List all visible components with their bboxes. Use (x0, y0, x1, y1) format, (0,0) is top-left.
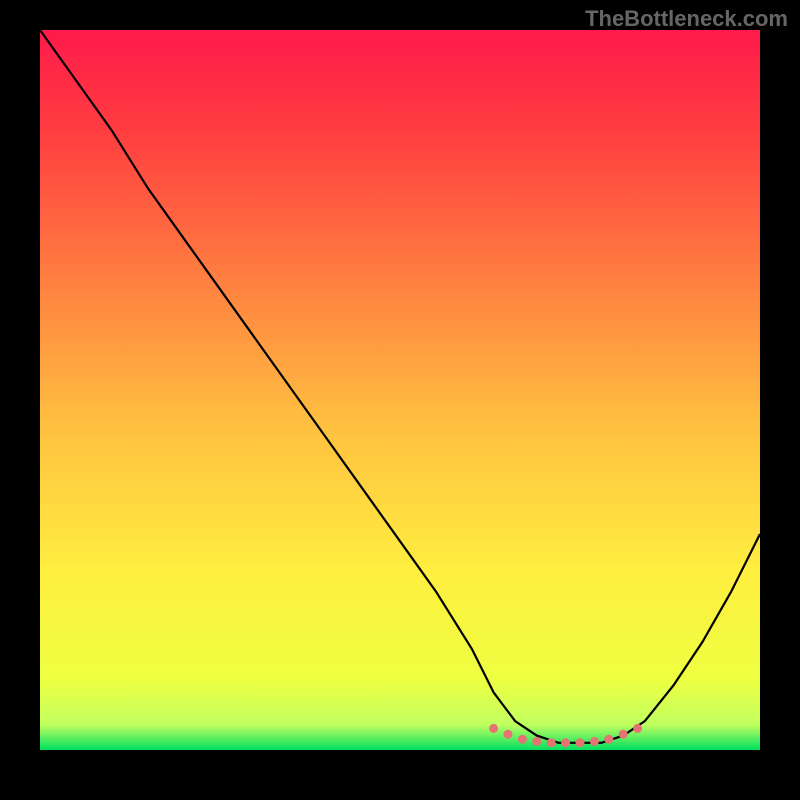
watermark-text: TheBottleneck.com (585, 6, 788, 32)
optimal-marker (619, 730, 628, 739)
optimal-marker (561, 738, 570, 747)
chart-plot-area (40, 30, 760, 750)
optimal-marker (518, 735, 527, 744)
optimal-marker (590, 737, 599, 746)
optimal-marker (489, 724, 498, 733)
optimal-marker (633, 724, 642, 733)
optimal-marker (547, 738, 556, 747)
optimal-marker (504, 730, 513, 739)
optimal-marker (532, 737, 541, 746)
optimal-marker (604, 735, 613, 744)
optimal-marker (576, 738, 585, 747)
chart-canvas (40, 30, 760, 750)
